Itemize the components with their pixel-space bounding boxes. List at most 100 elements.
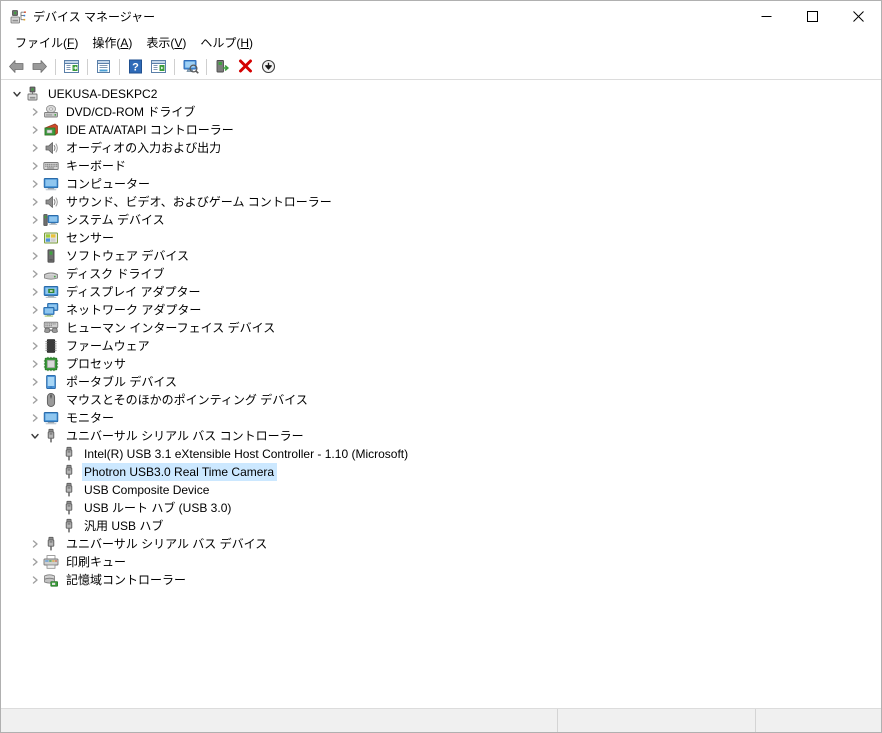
audio-speaker-icon xyxy=(43,194,59,210)
tree-node-generic-usb-hub-label: 汎用 USB ハブ xyxy=(84,519,164,533)
tree-node-hid[interactable]: ヒューマン インターフェイス デバイス xyxy=(1,319,881,337)
tree-node-usb-composite-device[interactable]: USB Composite Device xyxy=(1,481,881,499)
tree-node-intel-usb-host-controller[interactable]: Intel(R) USB 3.1 eXtensible Host Control… xyxy=(1,445,881,463)
maximize-button[interactable] xyxy=(789,1,835,32)
tree-node-disk-drives[interactable]: ディスク ドライブ xyxy=(1,265,881,283)
properties-button[interactable] xyxy=(92,56,115,78)
uninstall-device-button[interactable] xyxy=(234,56,257,78)
status-bar xyxy=(1,708,881,732)
usb-icon xyxy=(43,536,59,552)
close-button[interactable] xyxy=(835,1,881,32)
chevron-right-icon[interactable] xyxy=(27,553,43,571)
chevron-right-icon[interactable] xyxy=(27,121,43,139)
monitor-icon xyxy=(43,410,59,426)
tree-node-root-label: UEKUSA-DESKPC2 xyxy=(48,87,158,101)
tree-node-photron-camera-label: Photron USB3.0 Real Time Camera xyxy=(82,463,278,481)
device-tree-panel[interactable]: UEKUSA-DESKPC2 DVD/CD-ROM ドライブ IDE ATA/A… xyxy=(1,80,881,708)
tree-node-computer-label: コンピューター xyxy=(66,177,151,191)
menu-view[interactable]: 表示(V) xyxy=(139,34,193,53)
tree-node-usb-devices-label: ユニバーサル シリアル バス デバイス xyxy=(66,537,268,551)
ide-controller-icon xyxy=(43,122,59,138)
tree-node-audio-io[interactable]: オーディオの入力および出力 xyxy=(1,139,881,157)
toolbar-separator-5 xyxy=(206,58,207,75)
chevron-right-icon[interactable] xyxy=(27,175,43,193)
chevron-right-icon[interactable] xyxy=(27,157,43,175)
leaf-spacer xyxy=(45,481,61,499)
toolbar: ? xyxy=(1,54,881,80)
chevron-right-icon[interactable] xyxy=(27,103,43,121)
tree-node-software-devices-label: ソフトウェア デバイス xyxy=(66,249,189,263)
processor-icon xyxy=(43,356,59,372)
tree-node-generic-usb-hub[interactable]: 汎用 USB ハブ xyxy=(1,517,881,535)
back-button[interactable] xyxy=(5,56,28,78)
tree-node-dvd-drive[interactable]: DVD/CD-ROM ドライブ xyxy=(1,103,881,121)
tree-node-root[interactable]: UEKUSA-DESKPC2 xyxy=(1,85,881,103)
tree-node-processor[interactable]: プロセッサ xyxy=(1,355,881,373)
tree-node-print-queues[interactable]: 印刷キュー xyxy=(1,553,881,571)
chevron-right-icon[interactable] xyxy=(27,319,43,337)
menu-bar: ファイル(F) 操作(A) 表示(V) ヘルプ(H) xyxy=(1,32,881,54)
update-driver-button[interactable] xyxy=(211,56,234,78)
device-manager-icon xyxy=(10,9,26,25)
chevron-right-icon[interactable] xyxy=(27,247,43,265)
tree-node-usb-controllers[interactable]: ユニバーサル シリアル バス コントローラー xyxy=(1,427,881,445)
tree-node-computer[interactable]: コンピューター xyxy=(1,175,881,193)
chevron-down-icon[interactable] xyxy=(9,85,25,103)
chevron-right-icon[interactable] xyxy=(27,283,43,301)
tree-node-sound-video-game[interactable]: サウンド、ビデオ、およびゲーム コントローラー xyxy=(1,193,881,211)
chevron-right-icon[interactable] xyxy=(27,211,43,229)
minimize-button[interactable] xyxy=(743,1,789,32)
tree-node-mice-label: マウスとそのほかのポインティング デバイス xyxy=(66,393,308,407)
menu-help[interactable]: ヘルプ(H) xyxy=(193,34,260,53)
chevron-right-icon[interactable] xyxy=(27,229,43,247)
help-button[interactable]: ? xyxy=(124,56,147,78)
window-controls xyxy=(743,1,881,32)
sensor-icon xyxy=(43,230,59,246)
tree-node-ide-controller[interactable]: IDE ATA/ATAPI コントローラー xyxy=(1,121,881,139)
tree-node-software-devices[interactable]: ソフトウェア デバイス xyxy=(1,247,881,265)
tree-node-usb-devices[interactable]: ユニバーサル シリアル バス デバイス xyxy=(1,535,881,553)
chevron-right-icon[interactable] xyxy=(27,337,43,355)
tree-node-network-adapters[interactable]: ネットワーク アダプター xyxy=(1,301,881,319)
show-hide-console-tree-button[interactable] xyxy=(60,56,83,78)
disable-device-button[interactable] xyxy=(257,56,280,78)
chevron-right-icon[interactable] xyxy=(27,139,43,157)
tree-node-display-adapters[interactable]: ディスプレイ アダプター xyxy=(1,283,881,301)
chevron-right-icon[interactable] xyxy=(27,391,43,409)
tree-node-sensors[interactable]: センサー xyxy=(1,229,881,247)
device-tree[interactable]: UEKUSA-DESKPC2 DVD/CD-ROM ドライブ IDE ATA/A… xyxy=(1,81,881,708)
leaf-spacer xyxy=(45,499,61,517)
chevron-right-icon[interactable] xyxy=(27,355,43,373)
chevron-right-icon[interactable] xyxy=(27,409,43,427)
show-window-button[interactable] xyxy=(147,56,170,78)
tree-node-monitors[interactable]: モニター xyxy=(1,409,881,427)
tree-node-mice[interactable]: マウスとそのほかのポインティング デバイス xyxy=(1,391,881,409)
chevron-down-icon[interactable] xyxy=(27,427,43,445)
scan-hardware-changes-button[interactable] xyxy=(179,56,202,78)
chevron-right-icon[interactable] xyxy=(27,301,43,319)
chevron-right-icon[interactable] xyxy=(27,571,43,589)
tree-node-system-devices[interactable]: システム デバイス xyxy=(1,211,881,229)
toolbar-separator-2 xyxy=(87,58,88,75)
toolbar-separator-1 xyxy=(55,58,56,75)
tree-node-usb-root-hub[interactable]: USB ルート ハブ (USB 3.0) xyxy=(1,499,881,517)
tree-node-usb-root-hub-label: USB ルート ハブ (USB 3.0) xyxy=(84,501,232,515)
tree-node-firmware[interactable]: ファームウェア xyxy=(1,337,881,355)
tree-node-photron-camera[interactable]: Photron USB3.0 Real Time Camera xyxy=(1,463,881,481)
chevron-right-icon[interactable] xyxy=(27,535,43,553)
chevron-right-icon[interactable] xyxy=(27,265,43,283)
menu-file-text: ファイル( xyxy=(15,35,67,50)
tree-node-portable-devices[interactable]: ポータブル デバイス xyxy=(1,373,881,391)
tree-node-storage-controllers[interactable]: 記憶域コントローラー xyxy=(1,571,881,589)
forward-button[interactable] xyxy=(28,56,51,78)
menu-file[interactable]: ファイル(F) xyxy=(8,34,85,53)
chevron-right-icon[interactable] xyxy=(27,193,43,211)
toolbar-separator-3 xyxy=(119,58,120,75)
tree-node-usb-composite-device-label: USB Composite Device xyxy=(84,483,210,497)
usb-icon xyxy=(61,500,77,516)
menu-action[interactable]: 操作(A) xyxy=(85,34,139,53)
tree-node-display-adapters-label: ディスプレイ アダプター xyxy=(66,285,201,299)
tree-node-system-devices-label: システム デバイス xyxy=(66,213,165,227)
chevron-right-icon[interactable] xyxy=(27,373,43,391)
tree-node-keyboard[interactable]: キーボード xyxy=(1,157,881,175)
